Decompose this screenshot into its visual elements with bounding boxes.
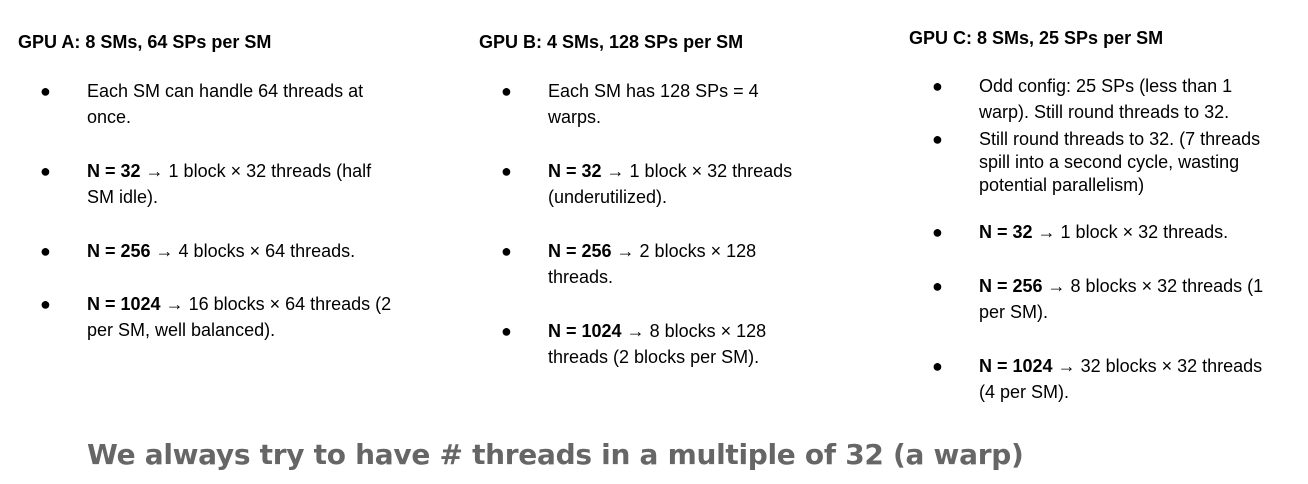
bullet-icon: ●	[932, 222, 943, 242]
item-text: → 8 blocks × 32 threads (1	[1042, 276, 1264, 296]
item-text: → 2 blocks × 128	[611, 241, 757, 261]
n-value: N = 32	[548, 161, 602, 181]
item-text: → 1 block × 32 threads (half	[140, 161, 372, 181]
item-line: Each SM can handle 64 threads at	[87, 81, 364, 101]
item-line: Odd config: 25 SPs (less than 1	[979, 76, 1233, 96]
item-line: SM idle).	[87, 187, 159, 207]
bullet-icon: ●	[501, 161, 512, 181]
item-line: warp). Still round threads to 32.	[979, 102, 1230, 122]
item-text: → 1 block × 32 threads	[601, 161, 793, 181]
item-line: warps.	[548, 107, 602, 127]
n-value: N = 32	[979, 222, 1033, 242]
bullet-icon: ●	[932, 129, 943, 149]
item-text: → 8 blocks × 128	[621, 321, 767, 341]
bullet-icon: ●	[501, 81, 512, 101]
item-line: Still round threads to 32. (7 threads	[979, 129, 1261, 149]
bullet-icon: ●	[40, 161, 51, 181]
n-value: N = 256	[979, 276, 1043, 296]
n-value: N = 256	[87, 241, 151, 261]
bullet-icon: ●	[932, 276, 943, 296]
summary-footer: We always try to have # threads in a mul…	[87, 438, 1024, 471]
n-value: N = 256	[548, 241, 612, 261]
bullet-icon: ●	[40, 241, 51, 261]
item-text: → 32 blocks × 32 threads	[1052, 356, 1263, 376]
item-text: → 4 blocks × 64 threads.	[150, 241, 356, 261]
gpu-b-title: GPU B: 4 SMs, 128 SPs per SM	[479, 32, 744, 52]
item-line: Each SM has 128 SPs = 4	[548, 81, 759, 101]
gpu-a-title: GPU A: 8 SMs, 64 SPs per SM	[18, 32, 272, 52]
item-text: → 16 blocks × 64 threads (2	[160, 294, 392, 314]
item-line: once.	[87, 107, 132, 127]
gpu-c-title: GPU C: 8 SMs, 25 SPs per SM	[909, 28, 1164, 48]
item-line: per SM, well balanced).	[87, 320, 276, 340]
item-line: spill into a second cycle, wasting	[979, 152, 1240, 172]
bullet-icon: ●	[501, 241, 512, 261]
n-value: N = 1024	[548, 321, 622, 341]
item-line: per SM).	[979, 302, 1049, 322]
item-text: → 1 block × 32 threads.	[1032, 222, 1229, 242]
bullet-icon: ●	[501, 321, 512, 341]
n-value: N = 1024	[979, 356, 1053, 376]
n-value: N = 32	[87, 161, 141, 181]
bullet-icon: ●	[932, 356, 943, 376]
item-line: threads.	[548, 267, 614, 287]
bullet-icon: ●	[932, 76, 943, 96]
item-line: (underutilized).	[548, 187, 668, 207]
bullet-icon: ●	[40, 294, 51, 314]
n-value: N = 1024	[87, 294, 161, 314]
item-line: (4 per SM).	[979, 382, 1070, 402]
item-line: threads (2 blocks per SM).	[548, 347, 760, 367]
item-line: potential parallelism)	[979, 175, 1145, 195]
bullet-icon: ●	[40, 81, 51, 101]
